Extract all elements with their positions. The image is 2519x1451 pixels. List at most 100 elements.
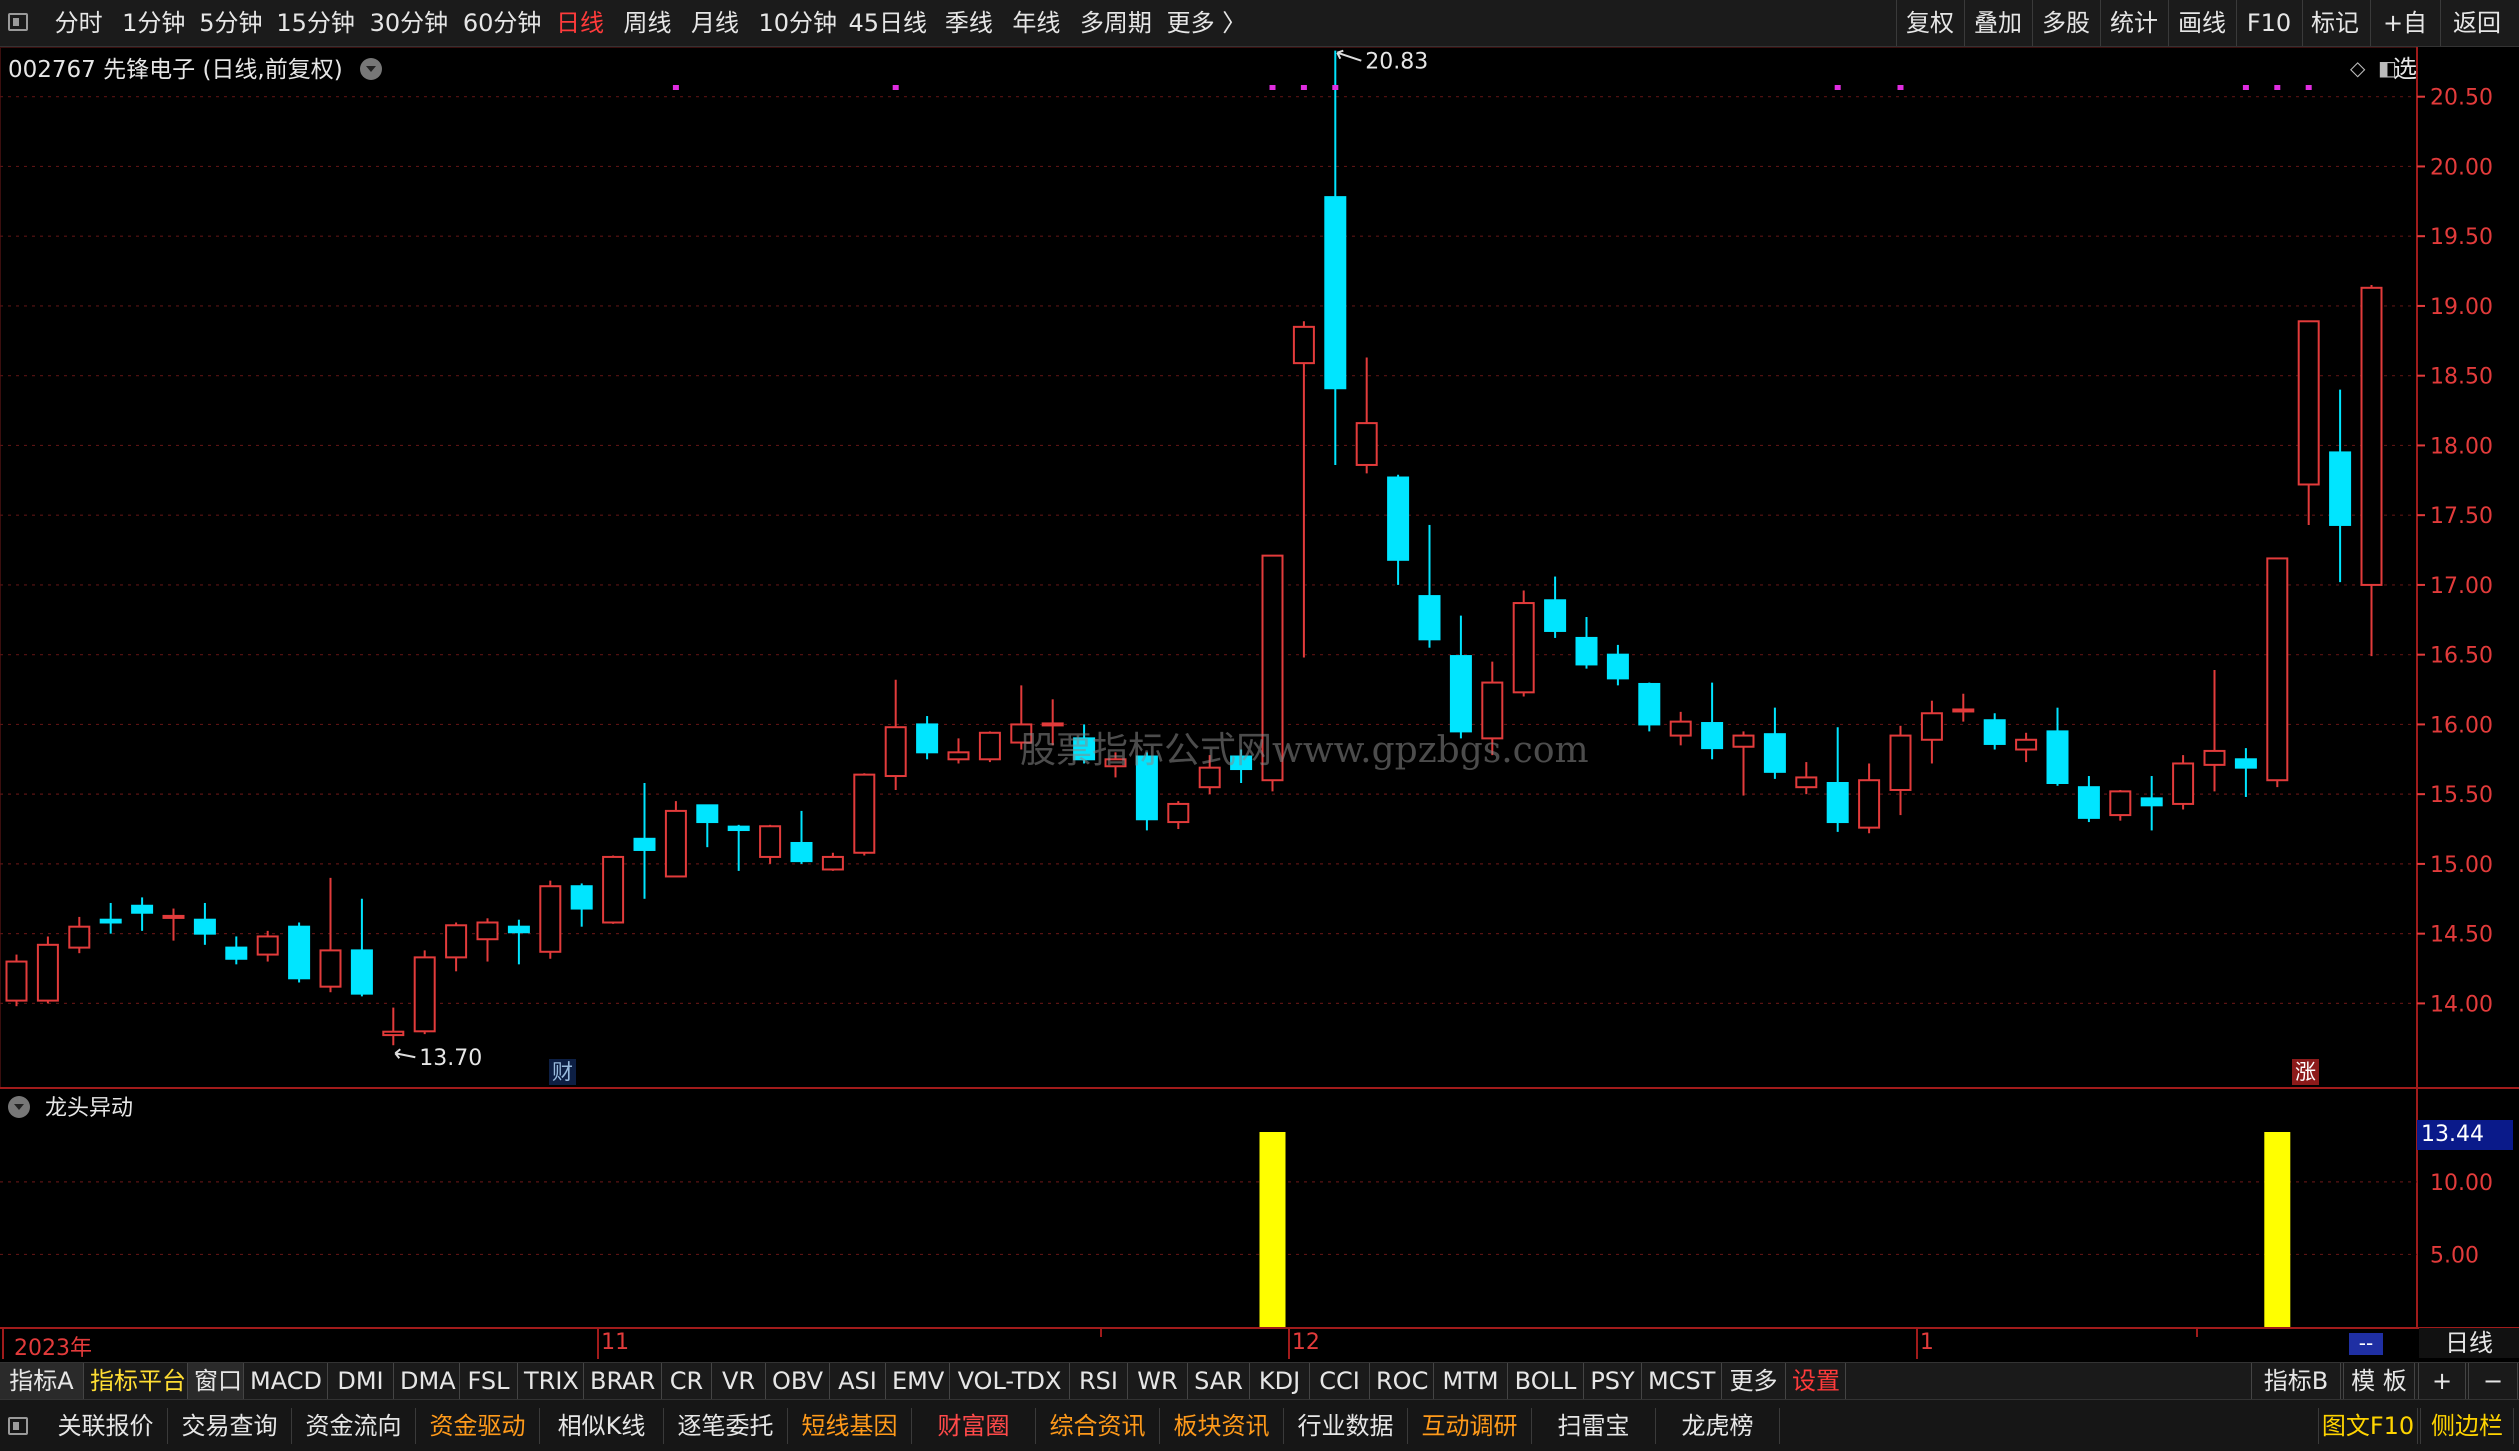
candle-body[interactable] [2140, 797, 2163, 807]
indicator-tab[interactable]: WR [1128, 1363, 1188, 1399]
menu-toggle-icon[interactable] [8, 13, 28, 31]
candle-body[interactable] [350, 949, 373, 995]
candle-body[interactable] [2046, 730, 2069, 785]
candle-body[interactable] [1449, 655, 1472, 733]
candle-body[interactable] [1606, 653, 1629, 680]
indicator-tab[interactable]: 指标平台 [84, 1363, 188, 1399]
period-tab[interactable]: 15分钟 [276, 6, 355, 40]
period-tab[interactable]: 年线 [1012, 6, 1060, 40]
candle-body[interactable] [413, 956, 436, 1033]
candle-body[interactable] [2077, 786, 2100, 819]
indicator-tab[interactable]: SAR [1188, 1363, 1250, 1399]
candle-body[interactable] [633, 837, 656, 851]
candle-body[interactable] [1858, 779, 1881, 829]
indicator-tool[interactable]: − [2468, 1363, 2518, 1399]
candle-body[interactable] [68, 925, 91, 949]
period-tab[interactable]: 日线 [556, 6, 604, 40]
indicator-tab[interactable]: BRAR [584, 1363, 662, 1399]
candle-body[interactable] [1701, 722, 1724, 750]
indicator-bar[interactable] [1259, 1132, 1286, 1327]
candle-body[interactable] [664, 809, 687, 878]
period-tab[interactable]: 45日线 [848, 6, 927, 40]
bottom-tab[interactable]: 资金驱动 [416, 1408, 540, 1444]
indicator-tab[interactable]: RSI [1070, 1363, 1128, 1399]
candle-body[interactable] [1041, 722, 1064, 727]
candle-body[interactable] [319, 949, 342, 988]
period-tab[interactable]: 更多 〉 [1167, 6, 1247, 40]
candle-body[interactable] [853, 773, 876, 854]
indicator-bar[interactable] [2264, 1132, 2291, 1327]
period-tab[interactable]: 30分钟 [370, 6, 449, 40]
candle-body[interactable] [225, 946, 248, 960]
period-tab[interactable]: 多周期 [1080, 6, 1152, 40]
period-tab[interactable]: 季线 [945, 6, 993, 40]
candle-body[interactable] [256, 935, 279, 956]
candle-body[interactable] [1167, 802, 1190, 824]
period-tab[interactable]: 分时 [55, 6, 103, 40]
candle-body[interactable] [1418, 595, 1441, 641]
candle-body[interactable] [1544, 599, 1567, 632]
scroll-indicator[interactable]: -- [2349, 1333, 2383, 1355]
indicator-tab[interactable]: ROC [1370, 1363, 1434, 1399]
candle-body[interactable] [5, 960, 28, 1002]
finance-badge[interactable]: 财 [549, 1059, 576, 1085]
event-marker[interactable] [2305, 85, 2312, 90]
period-tab[interactable]: 60分钟 [463, 6, 542, 40]
candle-body[interactable] [821, 855, 844, 871]
indicator-tab[interactable]: 窗口 [188, 1363, 244, 1399]
indicator-tab[interactable]: DMI [328, 1363, 394, 1399]
candle-body[interactable] [1324, 196, 1347, 390]
candle-body[interactable] [1983, 719, 2006, 745]
indicator-dropdown-icon[interactable] [8, 1096, 30, 1118]
toolbar-button[interactable]: 统计 [2100, 0, 2167, 46]
candle-body[interactable] [162, 914, 185, 919]
bottom-tab[interactable]: 综合资讯 [1036, 1408, 1160, 1444]
bottom-right-tab[interactable]: 图文F10 [2318, 1408, 2418, 1444]
indicator-tab[interactable]: DMA [394, 1363, 460, 1399]
indicator-tab[interactable]: ASI [830, 1363, 886, 1399]
indicator-tab[interactable]: CR [662, 1363, 712, 1399]
bottom-tab[interactable]: 龙虎榜 [1656, 1408, 1780, 1444]
period-tab[interactable]: 1分钟 [122, 6, 185, 40]
candle-body[interactable] [602, 855, 625, 924]
indicator-tab[interactable]: MACD [244, 1363, 328, 1399]
candle-body[interactable] [1387, 476, 1410, 561]
event-marker[interactable] [672, 85, 679, 90]
candle-body[interactable] [539, 885, 562, 953]
bottom-tab[interactable]: 相似K线 [540, 1408, 664, 1444]
indicator-tab[interactable]: 指标A [0, 1363, 84, 1399]
event-marker[interactable] [1834, 85, 1841, 90]
indicator-tab[interactable]: CCI [1310, 1363, 1370, 1399]
candle-body[interactable] [382, 1030, 405, 1037]
indicator-tab[interactable]: KDJ [1250, 1363, 1310, 1399]
bottom-tab[interactable]: 行业数据 [1284, 1408, 1408, 1444]
candle-body[interactable] [2297, 320, 2320, 486]
candle-body[interactable] [1732, 734, 1755, 748]
event-marker[interactable] [1300, 85, 1307, 90]
bottom-tab[interactable]: 关联报价 [44, 1408, 168, 1444]
bottom-tab[interactable]: 资金流向 [292, 1408, 416, 1444]
candle-body[interactable] [1826, 782, 1849, 824]
candle-body[interactable] [916, 723, 939, 754]
candle-body[interactable] [1512, 602, 1535, 694]
indicator-tab[interactable]: FSL [460, 1363, 518, 1399]
period-tab[interactable]: 周线 [624, 6, 672, 40]
candle-body[interactable] [131, 904, 154, 914]
indicator-tab[interactable]: MTM [1434, 1363, 1508, 1399]
event-marker[interactable] [1332, 85, 1339, 90]
candle-body[interactable] [99, 918, 122, 924]
candle-body[interactable] [36, 943, 59, 1002]
event-marker[interactable] [1897, 85, 1904, 90]
indicator-tab[interactable]: TRIX [518, 1363, 584, 1399]
event-marker[interactable] [892, 85, 899, 90]
candle-body[interactable] [2360, 286, 2383, 586]
event-marker[interactable] [1269, 85, 1276, 90]
candle-body[interactable] [570, 885, 593, 910]
bottom-tab[interactable]: 互动调研 [1408, 1408, 1532, 1444]
candle-body[interactable] [884, 726, 907, 778]
candle-body[interactable] [1669, 720, 1692, 737]
candle-body[interactable] [2172, 762, 2195, 805]
candle-body[interactable] [2109, 790, 2132, 817]
indicator-tool[interactable]: + [2418, 1363, 2466, 1399]
candle-body[interactable] [727, 825, 750, 832]
